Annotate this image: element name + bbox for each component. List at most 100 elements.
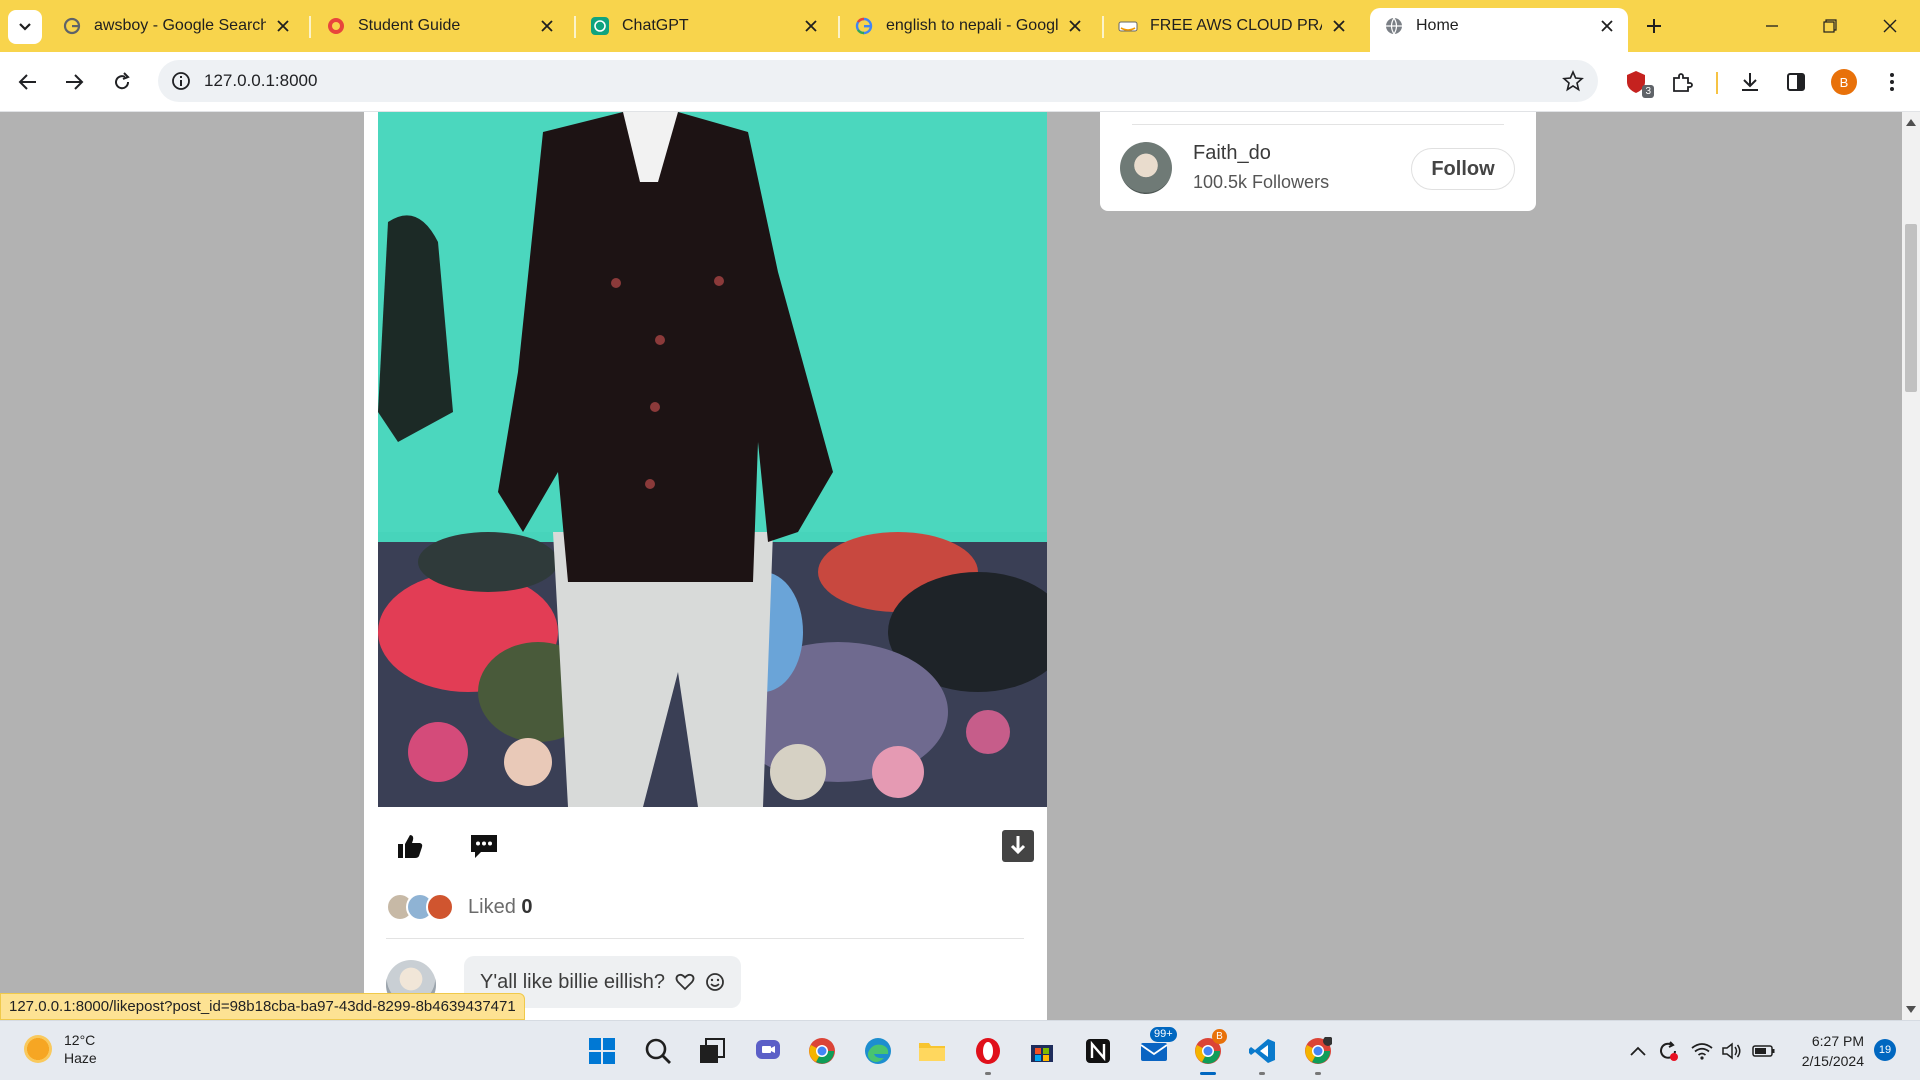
chrome-app[interactable]: [804, 1033, 840, 1069]
opera-app[interactable]: [970, 1033, 1006, 1075]
windows-taskbar: 12°C Haze 99+ B 6:27 PM 2/15/2024 19: [0, 1020, 1920, 1080]
tab-english-to-nepali[interactable]: english to nepali - Googl: [840, 8, 1096, 44]
tab-awsboy-search[interactable]: awsboy - Google Search: [48, 8, 304, 44]
clock-time: 6:27 PM: [1811, 1033, 1864, 1049]
suggested-user-avatar[interactable]: [1120, 142, 1172, 194]
address-url[interactable]: 127.0.0.1:8000: [204, 71, 317, 91]
side-panel-icon: [1787, 73, 1805, 91]
running-indicator: [1315, 1072, 1321, 1075]
close-icon[interactable]: [800, 15, 822, 37]
page-scrollbar[interactable]: [1902, 112, 1920, 1020]
close-window-button[interactable]: [1870, 10, 1910, 42]
emoji-react-icon[interactable]: [705, 972, 725, 992]
heart-icon[interactable]: [675, 972, 695, 992]
wifi-tray[interactable]: [1690, 1039, 1714, 1063]
sync-tray[interactable]: [1656, 1039, 1680, 1063]
restore-button[interactable]: [1810, 10, 1850, 42]
weather-widget[interactable]: 12°C Haze: [24, 1031, 97, 1067]
mail-app[interactable]: 99+: [1136, 1027, 1177, 1069]
close-icon[interactable]: [272, 15, 294, 37]
chrome-icon: [809, 1038, 835, 1064]
like-button[interactable]: [392, 828, 428, 864]
notion-icon: [1086, 1039, 1110, 1063]
teams-chat-app[interactable]: [750, 1033, 786, 1069]
notification-badge[interactable]: 19: [1874, 1039, 1896, 1061]
sync-icon: [1660, 1041, 1678, 1061]
chrome-profile-badge: B: [1212, 1029, 1227, 1044]
plus-icon: [1647, 19, 1661, 33]
close-icon[interactable]: [1328, 15, 1350, 37]
chat-icon: [756, 1040, 780, 1059]
close-icon[interactable]: [1596, 15, 1618, 37]
store-app[interactable]: [1024, 1033, 1060, 1069]
weather-haze-icon: [24, 1035, 52, 1063]
tab-title: FREE AWS CLOUD PRACT: [1150, 17, 1322, 34]
edge-app[interactable]: [860, 1033, 896, 1069]
extension-badge: 3: [1642, 85, 1654, 98]
extension-shield-button[interactable]: 3: [1620, 66, 1654, 98]
post-image[interactable]: [378, 112, 1047, 807]
tab-chatgpt[interactable]: ChatGPT: [576, 8, 832, 44]
post-actions: [378, 818, 1036, 874]
opera-icon: [976, 1038, 1000, 1064]
chrome-dev-app[interactable]: [1300, 1033, 1336, 1075]
menu-button[interactable]: [1876, 66, 1908, 98]
side-panel-button[interactable]: [1780, 66, 1812, 98]
folder-icon: [919, 1043, 945, 1061]
suggested-user-name[interactable]: Faith_do: [1193, 142, 1271, 165]
running-indicator: [1200, 1072, 1216, 1075]
site-info-icon[interactable]: [168, 68, 194, 94]
mail-badge: 99+: [1150, 1027, 1177, 1042]
file-explorer-app[interactable]: [914, 1033, 950, 1069]
tab-aws-cloud[interactable]: FREE AWS CLOUD PRACT: [1104, 8, 1360, 44]
scroll-up-icon[interactable]: [1905, 116, 1917, 128]
tab-home[interactable]: Home: [1370, 8, 1628, 52]
new-tab-button[interactable]: [1640, 12, 1668, 40]
chevron-up-icon: [1630, 1046, 1646, 1056]
task-view-button[interactable]: [694, 1033, 730, 1069]
clock-date: 2/15/2024: [1801, 1053, 1864, 1069]
comment-text: Y'all like billie eillish?: [480, 970, 666, 993]
downloads-button[interactable]: [1734, 66, 1766, 98]
back-button[interactable]: [10, 64, 46, 100]
minimize-button[interactable]: [1752, 10, 1792, 42]
notion-app[interactable]: [1080, 1033, 1116, 1069]
tab-title: awsboy - Google Search: [94, 17, 266, 34]
reload-button[interactable]: [104, 64, 140, 100]
scroll-down-icon[interactable]: [1905, 1004, 1917, 1016]
scrollbar-thumb[interactable]: [1905, 224, 1917, 392]
follow-button[interactable]: Follow: [1411, 148, 1515, 190]
vscode-app[interactable]: [1244, 1033, 1280, 1075]
comment-button[interactable]: [466, 828, 502, 864]
speaker-icon: [1722, 1042, 1741, 1060]
kebab-menu-icon: [1890, 73, 1894, 91]
chrome-profile-app[interactable]: B: [1190, 1029, 1227, 1075]
show-hidden-icons[interactable]: [1626, 1039, 1650, 1063]
arrow-right-icon: [66, 74, 84, 90]
restore-icon: [1823, 19, 1837, 33]
download-post-button[interactable]: [1000, 828, 1036, 864]
wifi-icon: [1691, 1043, 1713, 1060]
taskbar-search[interactable]: [640, 1033, 676, 1069]
close-icon[interactable]: [536, 15, 558, 37]
taskbar-clock[interactable]: 6:27 PM 2/15/2024: [1788, 1031, 1864, 1071]
bookmark-star-icon[interactable]: [1560, 68, 1586, 94]
post-photo-art: [378, 112, 1047, 807]
divider: [1132, 124, 1504, 125]
likes-count-text: Liked 0: [468, 896, 533, 919]
address-bar[interactable]: 127.0.0.1:8000: [158, 60, 1598, 102]
close-icon[interactable]: [1064, 15, 1086, 37]
tab-title: english to nepali - Googl: [886, 17, 1058, 34]
download-icon: [1002, 830, 1034, 862]
weather-temp: 12°C: [64, 1032, 96, 1048]
tab-student-guide[interactable]: Student Guide: [312, 8, 568, 44]
profile-button[interactable]: B: [1828, 66, 1860, 98]
battery-tray[interactable]: [1752, 1039, 1776, 1063]
forward-button[interactable]: [56, 64, 92, 100]
comment-icon: [471, 835, 497, 858]
tab-search-button[interactable]: [8, 10, 42, 44]
start-button[interactable]: [584, 1033, 620, 1069]
extensions-button[interactable]: [1666, 66, 1698, 98]
tab-title: ChatGPT: [622, 17, 689, 34]
volume-tray[interactable]: [1720, 1039, 1744, 1063]
